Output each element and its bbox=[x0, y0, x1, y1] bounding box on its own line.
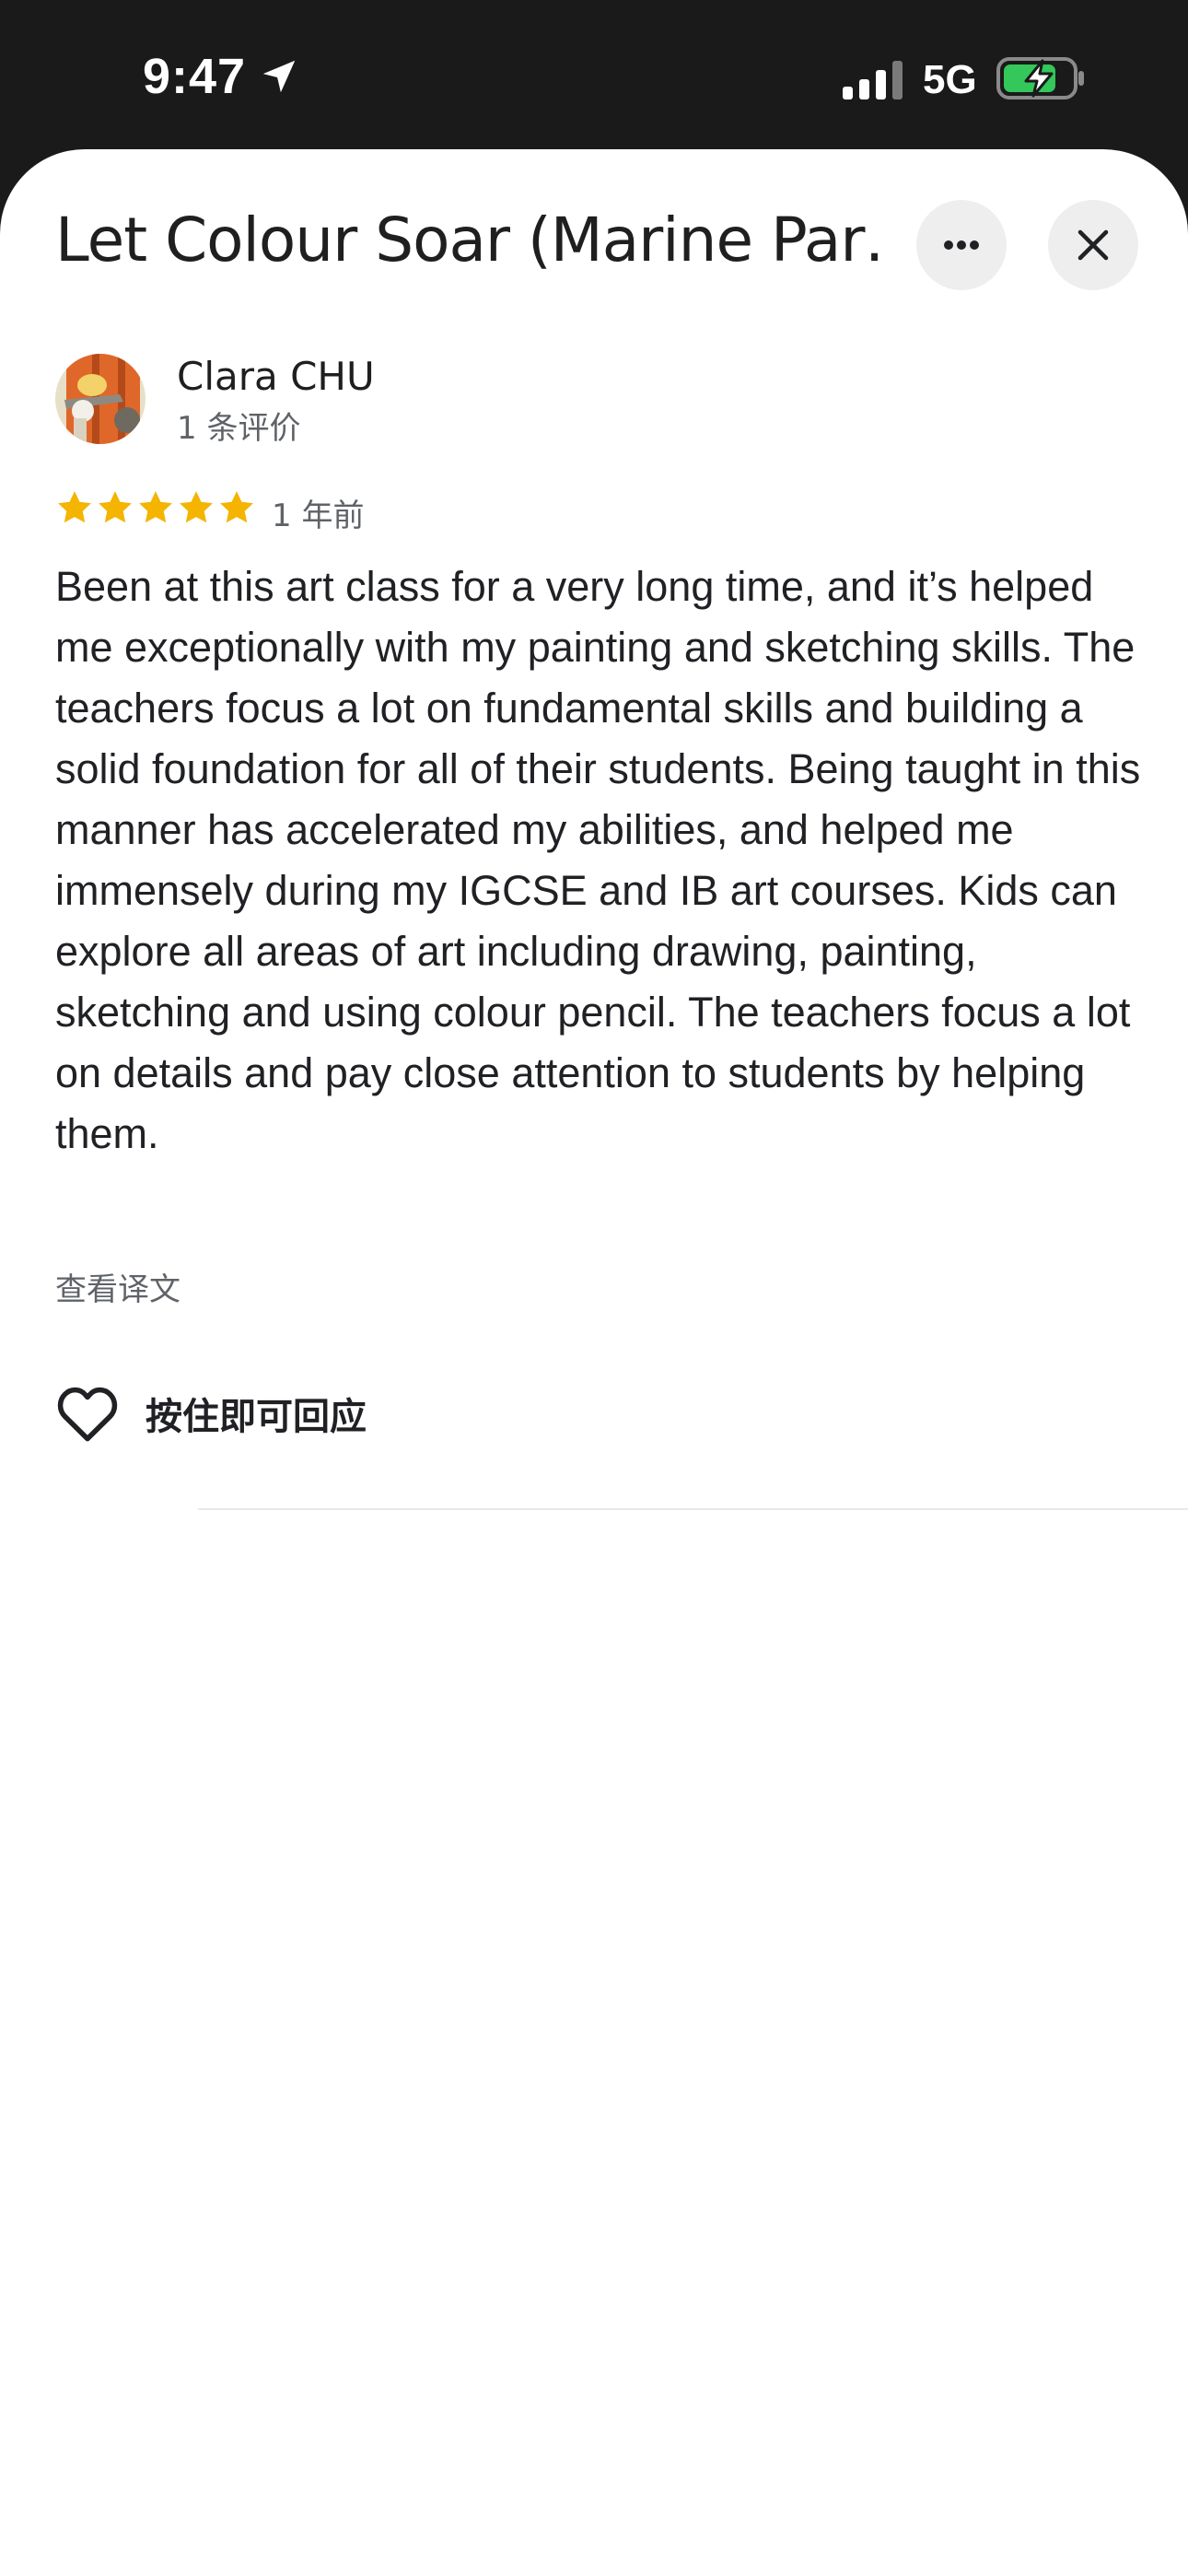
reviewer-avatar[interactable] bbox=[55, 354, 146, 444]
location-arrow-icon bbox=[262, 60, 296, 93]
network-label: 5G bbox=[923, 57, 977, 102]
star-icon bbox=[139, 491, 172, 523]
review-sheet: Let Colour Soar (Marine Par… Clara CHU 1… bbox=[0, 149, 1188, 2576]
cellular-signal-icon bbox=[843, 61, 903, 100]
reviewer-review-count: 1 条评价 bbox=[177, 410, 301, 447]
close-button[interactable] bbox=[1048, 200, 1138, 290]
star-icon bbox=[58, 491, 91, 523]
star-icon bbox=[99, 491, 132, 523]
place-title: Let Colour Soar (Marine Par… bbox=[55, 205, 884, 275]
heart-icon bbox=[57, 1387, 118, 1442]
status-bar: 9:47 5G bbox=[0, 0, 1188, 152]
star-rating bbox=[55, 488, 256, 527]
star-icon bbox=[220, 491, 253, 523]
see-translation-link[interactable]: 查看译文 bbox=[55, 1264, 181, 1309]
review-text: Been at this art class for a very long t… bbox=[55, 563, 1141, 1157]
status-time: 9:47 bbox=[143, 49, 247, 104]
react-button[interactable]: 按住即可回应 bbox=[55, 1384, 367, 1443]
more-horizontal-icon bbox=[944, 240, 979, 250]
close-icon bbox=[1077, 229, 1109, 261]
react-label: 按住即可回应 bbox=[146, 1396, 367, 1438]
star-icon bbox=[180, 491, 213, 523]
more-options-button[interactable] bbox=[916, 200, 1007, 290]
battery-charging-icon bbox=[996, 57, 1084, 100]
reviewer-name[interactable]: Clara CHU bbox=[177, 354, 375, 399]
divider bbox=[198, 1508, 1188, 1510]
review-age: 1 年前 bbox=[272, 498, 365, 534]
